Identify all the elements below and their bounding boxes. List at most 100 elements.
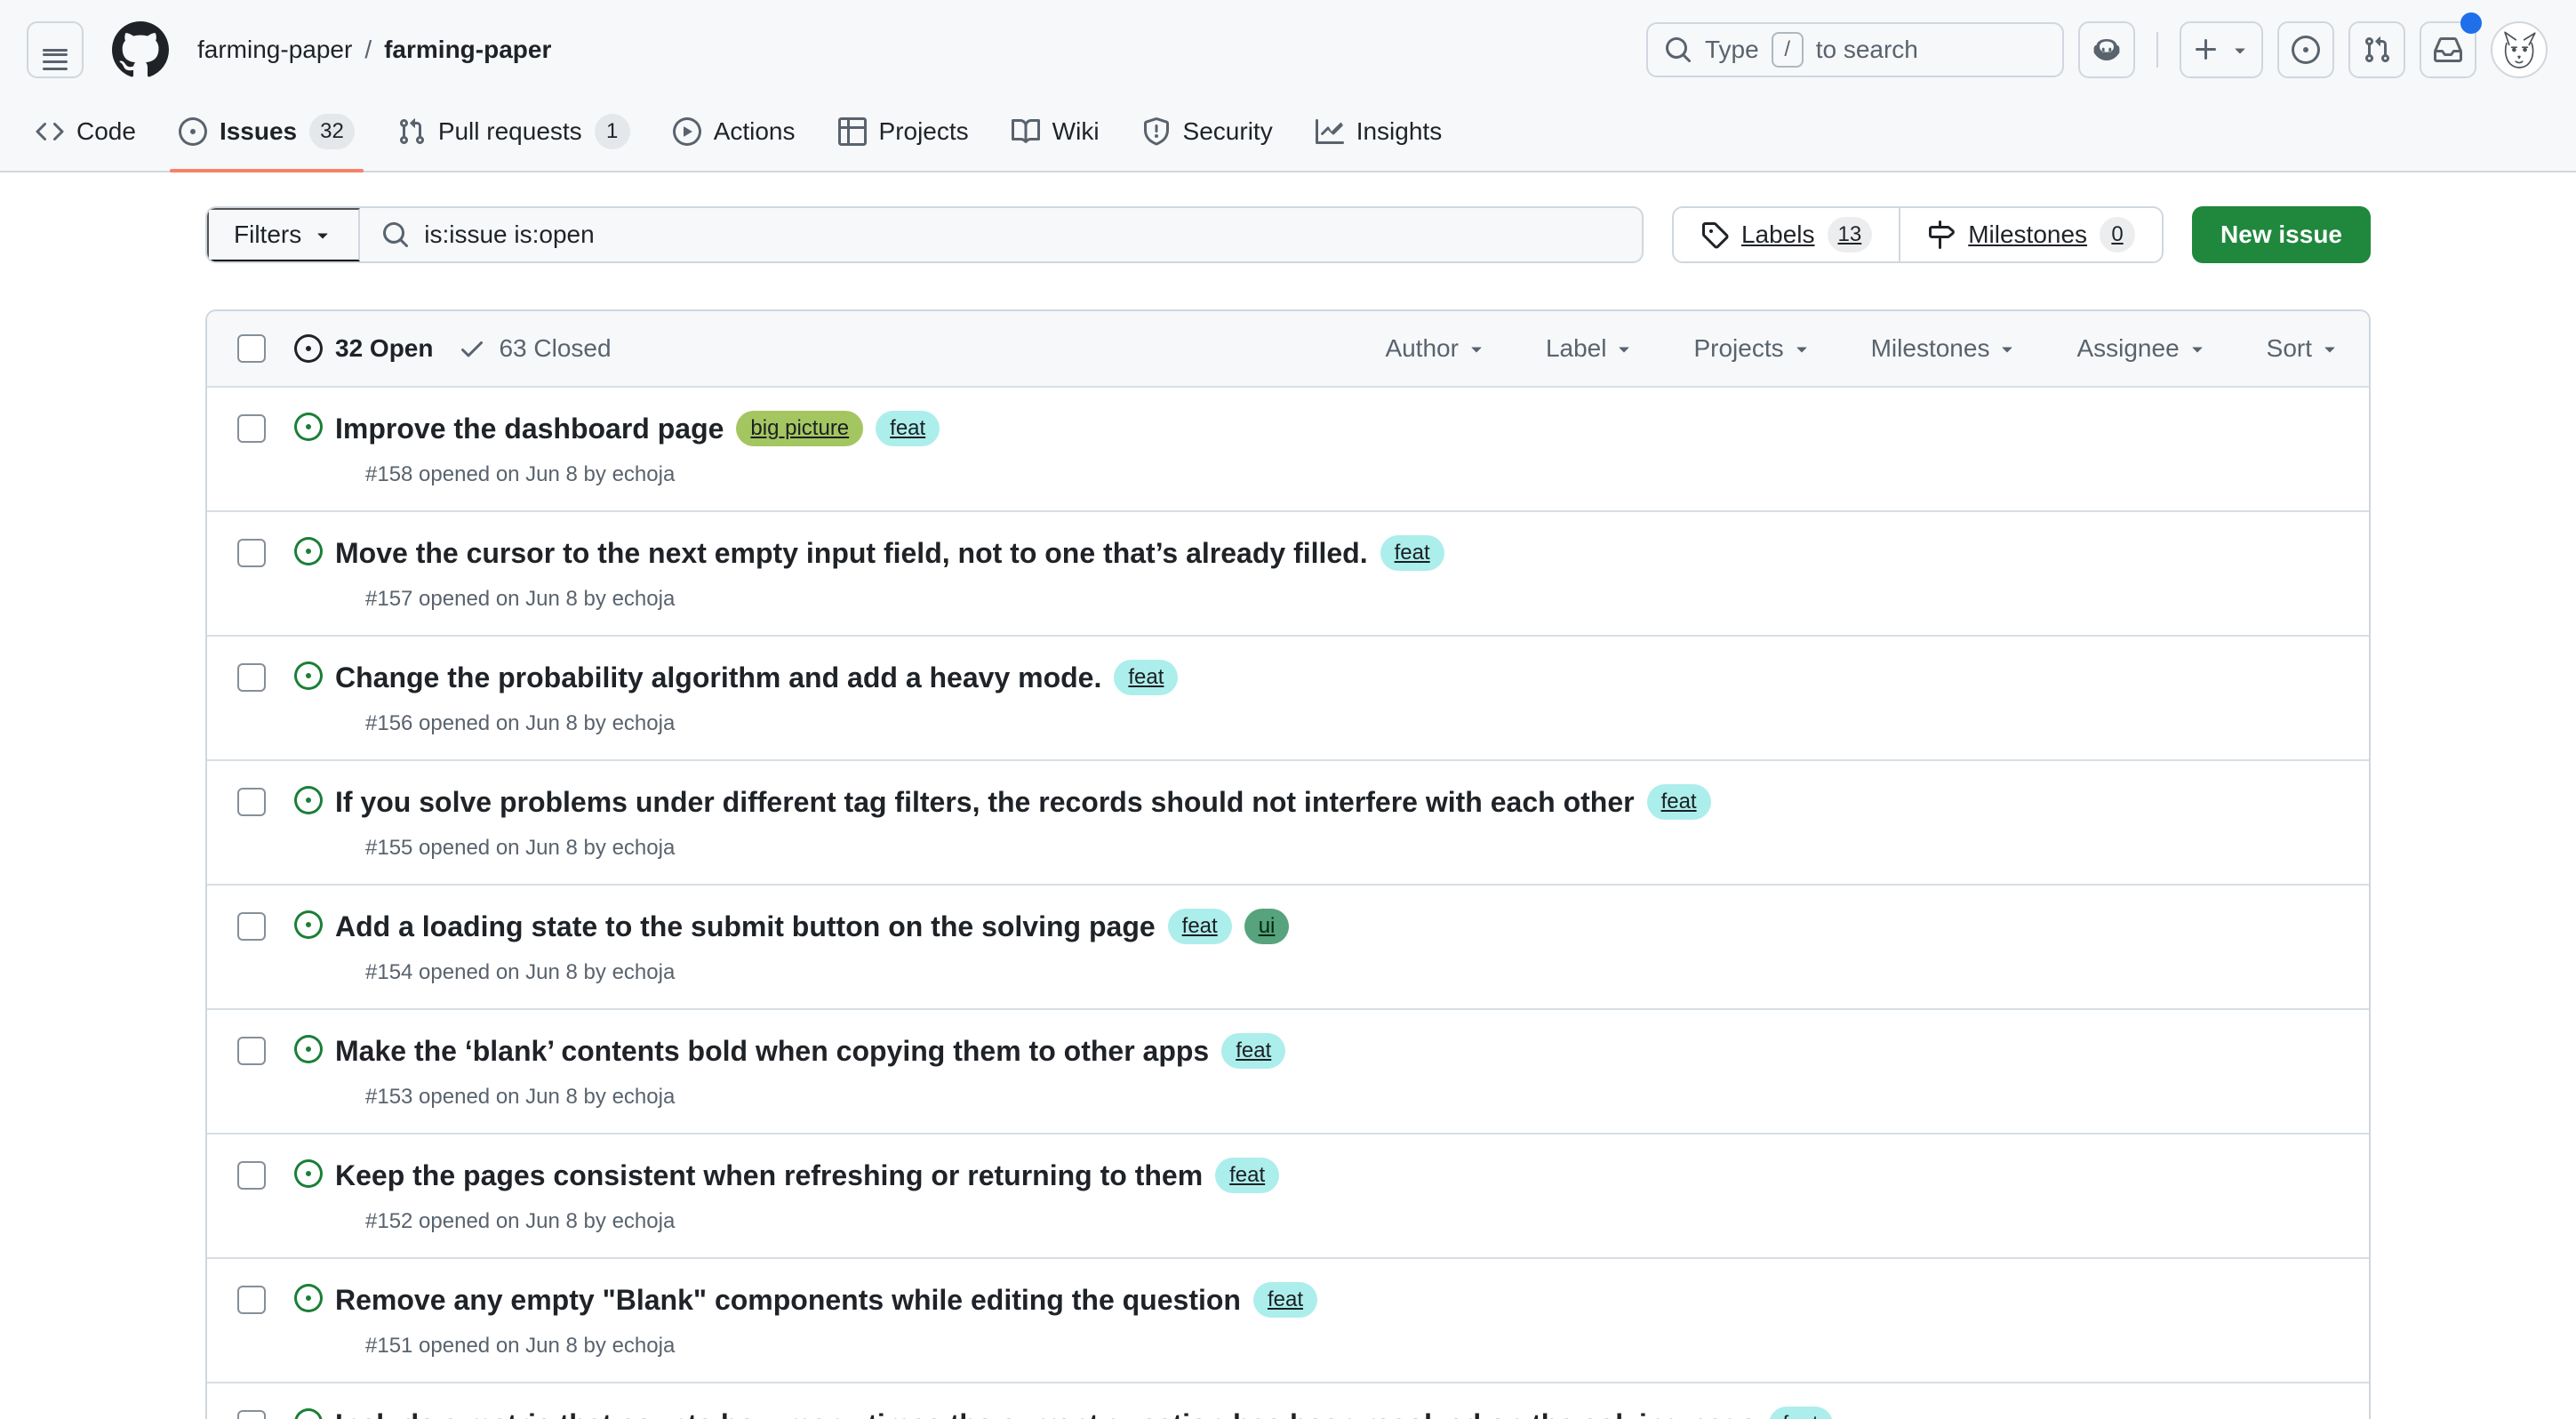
filters-label: Filters [234,220,301,249]
issue-label[interactable]: feat [1168,909,1232,944]
issue-title-link[interactable]: Improve the dashboard page [335,407,724,450]
check-icon [458,334,486,363]
issue-opened-icon [294,661,323,690]
code-icon [36,117,64,146]
issue-opened-icon [2292,36,2320,64]
dropdown-label[interactable]: Label [1546,334,1636,363]
chevron-down-icon [2319,338,2340,359]
issue-title-link[interactable]: Add a loading state to the submit button… [335,905,1156,948]
issue-opened-icon [294,910,323,939]
breadcrumb-repo-link[interactable]: farming-paper [384,36,551,64]
tab-issues[interactable]: Issues32 [157,92,376,171]
play-icon [673,117,701,146]
issue-checkbox[interactable] [237,1037,266,1065]
tag-icon [1700,220,1729,249]
dropdown-author[interactable]: Author [1385,334,1487,363]
plus-icon [2192,36,2220,64]
header-bar: farming-paper / farming-paper Type / to … [0,0,2576,92]
issue-row: Make the ‘blank’ contents bold when copy… [207,1008,2369,1133]
issue-label[interactable]: feat [1114,660,1178,695]
your-pull-requests-button[interactable] [2348,21,2405,78]
issues-toolbar: Filters is:issue is:open Labels 13 Miles… [205,206,2371,263]
tab-label: Issues [220,117,297,146]
labels-count-badge: 13 [1828,217,1873,253]
issue-row: Remove any empty "Blank" components whil… [207,1257,2369,1382]
tab-wiki[interactable]: Wiki [990,92,1121,171]
closed-issues-filter[interactable]: 63 Closed [458,334,611,363]
issue-checkbox[interactable] [237,1161,266,1190]
chevron-down-icon [2187,338,2208,359]
issues-search-input[interactable]: is:issue is:open [360,208,1642,261]
tab-label: Pull requests [438,117,582,146]
filters-dropdown-button[interactable]: Filters [207,208,360,261]
issue-checkbox[interactable] [237,539,266,567]
issue-checkbox[interactable] [237,414,266,443]
new-issue-button[interactable]: New issue [2192,206,2371,263]
issue-checkbox[interactable] [237,788,266,816]
issue-opened-icon [294,1408,323,1419]
issues-list-header: 32 Open 63 Closed Author Label Projects Mil… [207,311,2369,386]
tab-insights[interactable]: Insights [1294,92,1464,171]
open-issues-filter[interactable]: 32 Open [294,334,433,363]
tab-label: Security [1183,117,1273,146]
graph-icon [1316,117,1344,146]
issue-label[interactable]: feat [1769,1407,1833,1419]
milestone-icon [1927,220,1956,249]
list-filter-dropdowns: Author Label Projects Milestones Assignee Sor… [1385,334,2340,363]
issue-title-link[interactable]: Change the probability algorithm and add… [335,656,1101,699]
tab-code[interactable]: Code [14,92,157,171]
issue-title-link[interactable]: If you solve problems under different ta… [335,781,1635,823]
hamburger-icon [43,49,68,52]
create-new-button[interactable] [2180,21,2263,78]
issue-opened-icon [294,334,323,363]
select-all-checkbox[interactable] [237,334,266,363]
issue-title-link[interactable]: Include a metric that counts how many ti… [335,1403,1756,1419]
tab-pull-requests[interactable]: Pull requests1 [376,92,652,171]
breadcrumb-owner-link[interactable]: farming-paper [197,36,352,64]
milestones-count-badge: 0 [2100,217,2135,253]
github-logo-icon[interactable] [112,21,169,78]
labels-button[interactable]: Labels 13 [1674,208,1899,261]
search-placeholder-pre: Type [1705,36,1759,64]
copilot-icon [2092,36,2121,64]
header-actions: Type / to search [1646,21,2548,78]
issue-label[interactable]: feat [1380,535,1444,571]
issue-opened-icon [294,413,323,441]
milestones-button[interactable]: Milestones 0 [1899,208,2162,261]
global-search-input[interactable]: Type / to search [1646,22,2064,77]
chevron-down-icon [1996,338,2018,359]
issue-label[interactable]: feat [1253,1282,1317,1318]
copilot-button[interactable] [2078,21,2135,78]
issue-label[interactable]: ui [1244,909,1290,944]
issue-checkbox[interactable] [237,912,266,941]
dropdown-projects[interactable]: Projects [1693,334,1812,363]
issue-row: Change the probability algorithm and add… [207,635,2369,759]
tab-projects[interactable]: Projects [817,92,990,171]
issue-label[interactable]: feat [1647,784,1711,820]
issue-checkbox[interactable] [237,1286,266,1314]
tab-actions[interactable]: Actions [652,92,817,171]
labels-label: Labels [1741,220,1815,249]
issue-meta: #155 opened on Jun 8 by echoja [365,836,2340,861]
your-issues-button[interactable] [2277,21,2334,78]
issue-label[interactable]: feat [876,411,940,446]
labels-milestones-group: Labels 13 Milestones 0 [1672,206,2164,263]
issue-label[interactable]: feat [1221,1033,1285,1069]
issue-label[interactable]: feat [1215,1158,1279,1193]
issue-row: Add a loading state to the submit button… [207,884,2369,1008]
user-avatar[interactable] [2491,21,2548,78]
tab-security[interactable]: Security [1121,92,1294,171]
issue-title-link[interactable]: Keep the pages consistent when refreshin… [335,1154,1203,1197]
issues-search-query: is:issue is:open [424,220,594,249]
dropdown-assignee[interactable]: Assignee [2076,334,2207,363]
issue-title-link[interactable]: Make the ‘blank’ contents bold when copy… [335,1030,1209,1072]
dropdown-milestones[interactable]: Milestones [1871,334,2019,363]
issue-checkbox[interactable] [237,663,266,692]
hamburger-menu-button[interactable] [27,21,84,78]
issue-row: Include a metric that counts how many ti… [207,1382,2369,1419]
issue-title-link[interactable]: Remove any empty "Blank" components whil… [335,1279,1241,1321]
issue-title-link[interactable]: Move the cursor to the next empty input … [335,532,1368,574]
issue-checkbox[interactable] [237,1410,266,1419]
dropdown-sort[interactable]: Sort [2267,334,2340,363]
issue-label[interactable]: big picture [736,411,863,446]
